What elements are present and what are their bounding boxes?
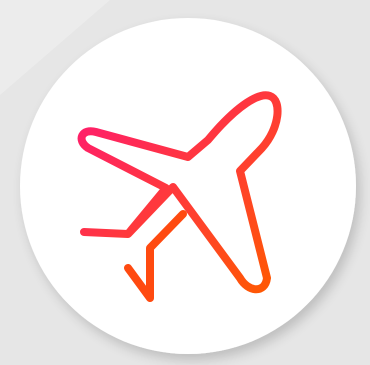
app-icon-art bbox=[0, 0, 370, 365]
icon-circle bbox=[20, 18, 356, 354]
app-icon-tile bbox=[0, 0, 370, 365]
